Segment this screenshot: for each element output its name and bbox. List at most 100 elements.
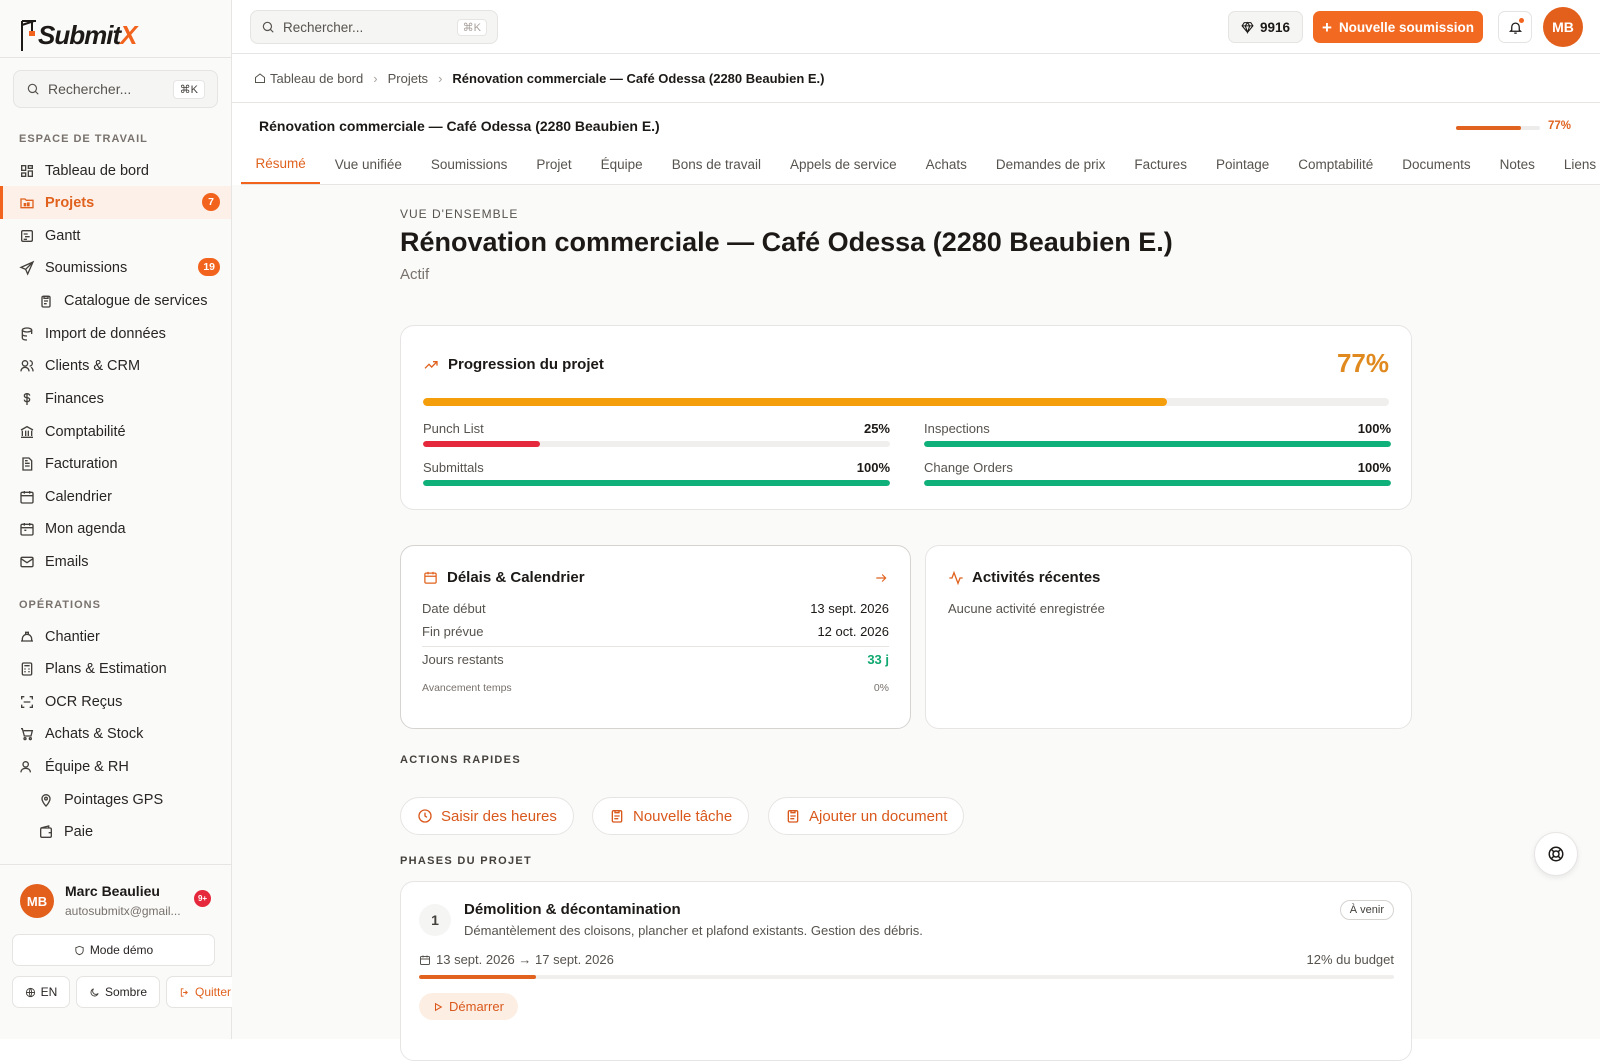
database-icon xyxy=(19,326,35,342)
activity-card: Activités récentes Aucune activité enreg… xyxy=(925,545,1412,729)
progress-card: Progression du projet 77% Punch List25%I… xyxy=(400,325,1412,510)
sub-progress-bar xyxy=(924,480,1391,486)
user-avatar[interactable]: MB xyxy=(20,884,54,918)
sidebar-item-13[interactable]: Chantier xyxy=(0,620,231,653)
clipboard-icon xyxy=(38,293,54,309)
sub-progress-2: Submittals100% xyxy=(423,460,890,486)
sidebar-item-label: Finances xyxy=(45,391,104,407)
notification-dot xyxy=(1519,18,1524,23)
sidebar-item-8[interactable]: Comptabilité xyxy=(0,415,231,448)
sidebar-search-input[interactable]: Rechercher... ⌘K xyxy=(13,70,218,108)
sidebar-item-16[interactable]: Achats & Stock xyxy=(0,717,231,750)
moon-icon xyxy=(89,987,100,998)
trending-up-icon xyxy=(423,357,439,373)
schedule-card[interactable]: Délais & Calendrier Date début13 sept. 2… xyxy=(400,545,911,729)
shield-icon xyxy=(74,945,85,956)
project-progress-bar xyxy=(1456,126,1540,130)
tab-4[interactable]: Équipe xyxy=(586,144,657,184)
time-label: Avancement temps xyxy=(422,682,512,694)
sidebar-item-17[interactable]: Équipe & RH xyxy=(0,750,231,783)
help-button[interactable] xyxy=(1534,832,1578,876)
sidebar-item-15[interactable]: OCR Reçus xyxy=(0,685,231,718)
chevron-right-icon: › xyxy=(438,71,442,86)
sidebar-item-label: Équipe & RH xyxy=(45,759,129,775)
sub-progress-bar xyxy=(423,441,890,447)
progress-title: Progression du projet xyxy=(448,356,604,373)
sub-progress-1: Inspections100% xyxy=(924,421,1391,447)
team-icon xyxy=(19,759,35,775)
sidebar-item-4[interactable]: Catalogue de services xyxy=(0,284,231,317)
section-operations: OPÉRATIONS xyxy=(0,599,120,611)
sub-progress-value: 25% xyxy=(864,421,890,436)
sidebar-item-label: Paie xyxy=(64,824,93,840)
tab-1[interactable]: Vue unifiée xyxy=(320,144,416,184)
tab-10[interactable]: Pointage xyxy=(1201,144,1283,184)
phase-progress-bar xyxy=(419,975,1394,979)
plus-icon: + xyxy=(1322,19,1332,36)
tab-5[interactable]: Bons de travail xyxy=(657,144,775,184)
top-bar: Rechercher... ⌘K 9916 + Nouvelle soumiss… xyxy=(232,0,1600,54)
theme-button[interactable]: Sombre xyxy=(76,976,160,1008)
sidebar-item-0[interactable]: Tableau de bord xyxy=(0,154,231,187)
language-button[interactable]: EN xyxy=(12,976,70,1008)
header-avatar[interactable]: MB xyxy=(1543,7,1583,47)
sidebar-item-5[interactable]: Import de données xyxy=(0,317,231,350)
sidebar-item-11[interactable]: Mon agenda xyxy=(0,512,231,545)
sidebar-item-1[interactable]: Projets7 xyxy=(0,186,231,219)
new-submission-button[interactable]: + Nouvelle soumission xyxy=(1313,11,1483,43)
start-phase-button[interactable]: Démarrer xyxy=(419,993,518,1020)
notification-badge[interactable]: 9+ xyxy=(194,890,211,907)
search-placeholder: Rechercher... xyxy=(48,81,131,97)
calendar-icon xyxy=(423,570,438,585)
top-search-input[interactable]: Rechercher... ⌘K xyxy=(250,10,498,44)
phase-status-badge: À venir xyxy=(1340,900,1394,920)
schedule-start-row: Date début13 sept. 2026 xyxy=(422,601,889,616)
calculator-icon xyxy=(19,661,35,677)
log-hours-button[interactable]: Saisir des heures xyxy=(400,797,574,835)
end-label: Fin prévue xyxy=(422,624,483,639)
tab-3[interactable]: Projet xyxy=(522,144,586,184)
sidebar-item-14[interactable]: Plans & Estimation xyxy=(0,652,231,685)
overview-title: Rénovation commerciale — Café Odessa (22… xyxy=(400,227,1173,258)
credits-badge[interactable]: 9916 xyxy=(1228,11,1303,43)
sidebar-item-3[interactable]: Soumissions19 xyxy=(0,251,231,284)
tab-0[interactable]: Résumé xyxy=(241,144,320,184)
tab-7[interactable]: Achats xyxy=(911,144,981,184)
phase-title: Démolition & décontamination xyxy=(464,901,681,918)
phase-budget: 12% du budget xyxy=(1307,952,1394,967)
quit-label: Quitter xyxy=(195,985,231,999)
demo-mode-label: Mode démo xyxy=(90,943,153,957)
tab-13[interactable]: Notes xyxy=(1485,144,1549,184)
tab-6[interactable]: Appels de service xyxy=(776,144,912,184)
main-progress-bar xyxy=(423,398,1389,406)
breadcrumb-projects[interactable]: Projets xyxy=(388,71,428,86)
add-document-button[interactable]: Ajouter un document xyxy=(768,797,964,835)
arrow-right-icon[interactable] xyxy=(874,571,888,585)
tab-8[interactable]: Demandes de prix xyxy=(981,144,1120,184)
sidebar-item-6[interactable]: Clients & CRM xyxy=(0,349,231,382)
demo-mode-button[interactable]: Mode démo xyxy=(12,934,215,966)
notifications-button[interactable] xyxy=(1498,11,1532,43)
sidebar-item-12[interactable]: Emails xyxy=(0,545,231,578)
tab-14[interactable]: Liens xyxy=(1549,144,1600,184)
new-task-button[interactable]: Nouvelle tâche xyxy=(592,797,749,835)
breadcrumb-dashboard[interactable]: Tableau de bord xyxy=(270,71,363,86)
tab-2[interactable]: Soumissions xyxy=(416,144,522,184)
sidebar-item-label: Soumissions xyxy=(45,260,127,276)
sub-progress-label: Submittals xyxy=(423,460,484,475)
sidebar-item-18[interactable]: Pointages GPS xyxy=(0,783,231,816)
sidebar-item-19[interactable]: Paie xyxy=(0,815,231,848)
user-email: autosubmitx@gmail... xyxy=(65,904,181,918)
calendar-icon xyxy=(419,954,431,966)
tab-11[interactable]: Comptabilité xyxy=(1284,144,1388,184)
app-logo[interactable]: SubmitX xyxy=(0,0,231,58)
sidebar-item-7[interactable]: Finances xyxy=(0,382,231,415)
quick-actions-label: ACTIONS RAPIDES xyxy=(400,754,521,766)
sidebar-item-10[interactable]: Calendrier xyxy=(0,480,231,513)
breadcrumb-current: Rénovation commerciale — Café Odessa (22… xyxy=(452,71,824,86)
sidebar-item-9[interactable]: Facturation xyxy=(0,447,231,480)
search-icon xyxy=(26,82,40,96)
tab-9[interactable]: Factures xyxy=(1120,144,1202,184)
sidebar-item-2[interactable]: Gantt xyxy=(0,219,231,252)
tab-12[interactable]: Documents xyxy=(1388,144,1485,184)
